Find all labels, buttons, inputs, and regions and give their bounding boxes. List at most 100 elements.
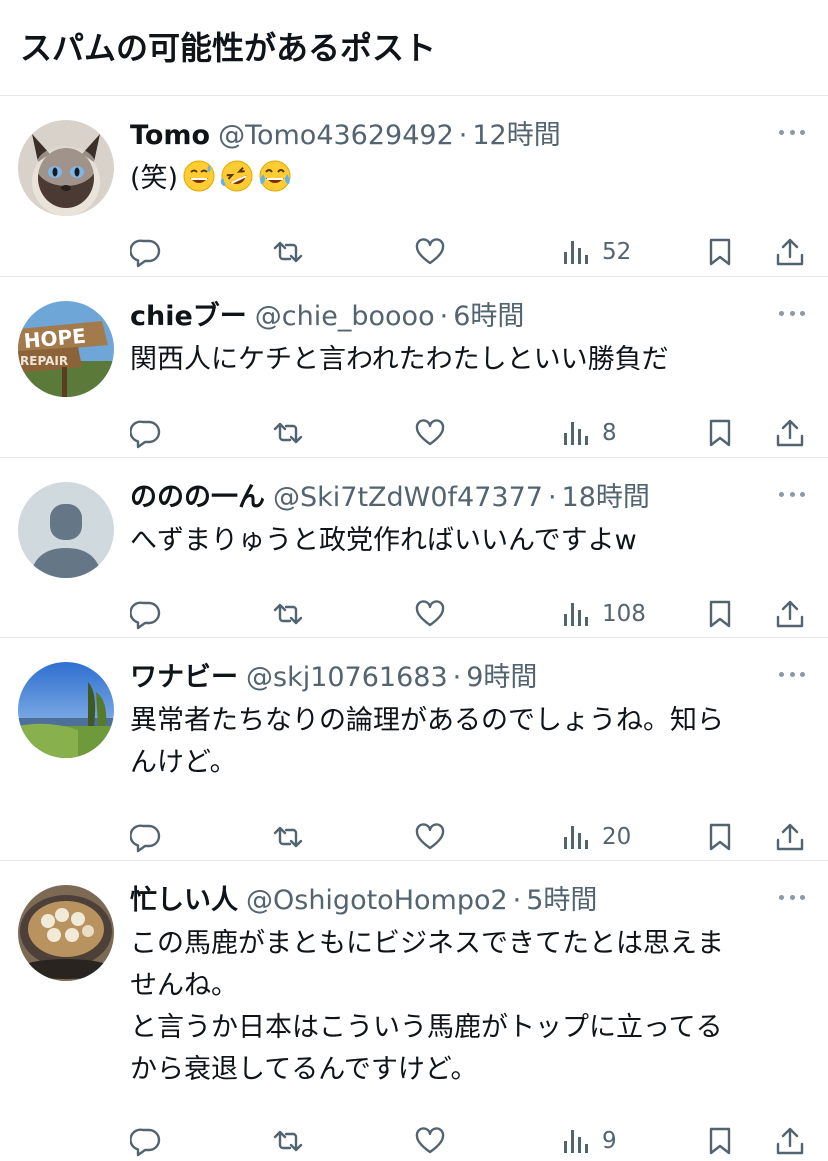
avatar[interactable] — [18, 120, 114, 216]
repost-icon — [272, 236, 304, 268]
user-handle[interactable]: @skj10761683 — [246, 662, 448, 693]
reply-button[interactable] — [130, 817, 162, 857]
more-options-button[interactable] — [776, 301, 808, 325]
repost-button[interactable] — [272, 413, 304, 453]
views-button[interactable]: 8 — [560, 413, 617, 453]
bookmark-button[interactable] — [704, 413, 736, 453]
like-button[interactable] — [414, 232, 446, 272]
separator-dot: · — [547, 482, 557, 513]
views-icon — [560, 821, 592, 853]
post-header: ワナビー @skj10761683 · 9時間 — [130, 658, 758, 698]
bookmark-icon — [704, 598, 736, 630]
post-actions: 9 — [130, 1121, 808, 1161]
bookmark-icon — [704, 417, 736, 449]
repost-button[interactable] — [272, 594, 304, 634]
post-text-line: から衰退してるんですけど。 — [130, 1054, 478, 1085]
avatar[interactable] — [18, 482, 114, 578]
separator-dot: · — [452, 662, 462, 693]
views-icon — [560, 1125, 592, 1157]
post-text: この馬鹿がまともにビジネスできてたとは思えま せんね。 と言うか日本はこういう馬鹿が… — [130, 923, 798, 1091]
post-header: 忙しい人 @OshigotoHompo2 · 5時間 — [130, 881, 758, 921]
bookmark-button[interactable] — [704, 594, 736, 634]
post-text-line: 異常者たちなりの論理があるのでしょうね。知ら — [130, 705, 724, 736]
post-header: ののの一ん @Ski7tZdW0f47377 · 18時間 — [130, 478, 758, 518]
tears-of-joy-emoji-icon — [258, 159, 292, 193]
like-button[interactable] — [414, 1121, 446, 1161]
post-text: 関西人にケチと言われたわたしといい勝負だ — [130, 339, 798, 381]
reply-icon — [130, 1125, 162, 1157]
views-button[interactable]: 20 — [560, 817, 631, 857]
reply-icon — [130, 236, 162, 268]
display-name[interactable]: ワナビー — [130, 662, 238, 693]
repost-button[interactable] — [272, 1121, 304, 1161]
post-text-line: と言うか日本はこういう馬鹿がトップに立ってる — [130, 1012, 723, 1043]
reply-button[interactable] — [130, 232, 162, 272]
more-options-button[interactable] — [776, 885, 808, 909]
bookmark-button[interactable] — [704, 1121, 736, 1161]
more-options-button[interactable] — [776, 662, 808, 686]
hope-repair-sign-photo-image: HOPEREPAIR — [18, 301, 114, 397]
display-name[interactable]: chieブー — [130, 301, 247, 332]
post-time[interactable]: 6時間 — [453, 301, 524, 332]
post-time[interactable]: 9時間 — [466, 662, 537, 693]
post-item[interactable]: 忙しい人 @OshigotoHompo2 · 5時間この馬鹿がまともにビジネスできてた… — [0, 861, 828, 1161]
avatar[interactable]: HOPE REPAIR — [18, 301, 114, 397]
share-button[interactable] — [774, 817, 806, 857]
repost-icon — [272, 598, 304, 630]
share-button[interactable] — [774, 232, 806, 272]
page-header: スパムの可能性があるポスト — [0, 0, 828, 96]
more-options-button[interactable] — [776, 120, 808, 144]
post-time[interactable]: 18時間 — [562, 482, 650, 513]
avatar[interactable] — [18, 662, 114, 758]
post-text-line: 関西人にケチと言われたわたしといい勝負だ — [130, 344, 669, 375]
like-icon — [414, 236, 446, 268]
share-icon — [774, 1125, 806, 1157]
reply-button[interactable] — [130, 1121, 162, 1161]
views-button[interactable]: 9 — [560, 1121, 617, 1161]
like-button[interactable] — [414, 817, 446, 857]
post-actions: 52 — [130, 232, 808, 272]
share-button[interactable] — [774, 594, 806, 634]
like-icon — [414, 1125, 446, 1157]
display-name[interactable]: ののの一ん — [130, 482, 265, 513]
separator-dot: · — [512, 885, 522, 916]
repost-button[interactable] — [272, 232, 304, 272]
views-count: 9 — [602, 1128, 617, 1154]
siamese-cat-avatar-image — [18, 120, 114, 216]
views-button[interactable]: 108 — [560, 594, 646, 634]
bookmark-button[interactable] — [704, 817, 736, 857]
share-button[interactable] — [774, 1121, 806, 1161]
bookmark-icon — [704, 821, 736, 853]
reply-button[interactable] — [130, 413, 162, 453]
post-time[interactable]: 12時間 — [472, 120, 560, 151]
avatar[interactable] — [18, 885, 114, 981]
svg-text:REPAIR: REPAIR — [20, 354, 68, 368]
views-count: 20 — [602, 824, 632, 850]
views-button[interactable]: 52 — [560, 232, 631, 272]
post-time[interactable]: 5時間 — [526, 885, 597, 916]
post-text: (笑) — [130, 158, 798, 200]
user-handle[interactable]: @chie_boooo — [255, 301, 435, 332]
like-icon — [414, 598, 446, 630]
post-text-line: この馬鹿がまともにビジネスできてたとは思えま — [130, 928, 724, 959]
user-handle[interactable]: @OshigotoHompo2 — [246, 885, 508, 916]
bookmark-button[interactable] — [704, 232, 736, 272]
display-name[interactable]: Tomo — [130, 120, 210, 151]
like-button[interactable] — [414, 413, 446, 453]
like-icon — [414, 417, 446, 449]
repost-button[interactable] — [272, 817, 304, 857]
post-actions: 20 — [130, 817, 808, 857]
post-header: Tomo @Tomo43629492 · 12時間 — [130, 116, 758, 156]
reply-button[interactable] — [130, 594, 162, 634]
more-options-button[interactable] — [776, 482, 808, 506]
user-handle[interactable]: @Ski7tZdW0f47377 — [273, 482, 543, 513]
share-button[interactable] — [774, 413, 806, 453]
like-button[interactable] — [414, 594, 446, 634]
food-bowl-photo-image — [18, 885, 114, 981]
like-icon — [414, 821, 446, 853]
display-name[interactable]: 忙しい人 — [130, 885, 238, 916]
views-count: 108 — [602, 601, 646, 627]
post-actions: 8 — [130, 413, 808, 453]
post-text: へずまりゅうと政党作ればいいんですよw — [130, 520, 798, 562]
user-handle[interactable]: @Tomo43629492 — [218, 120, 454, 151]
